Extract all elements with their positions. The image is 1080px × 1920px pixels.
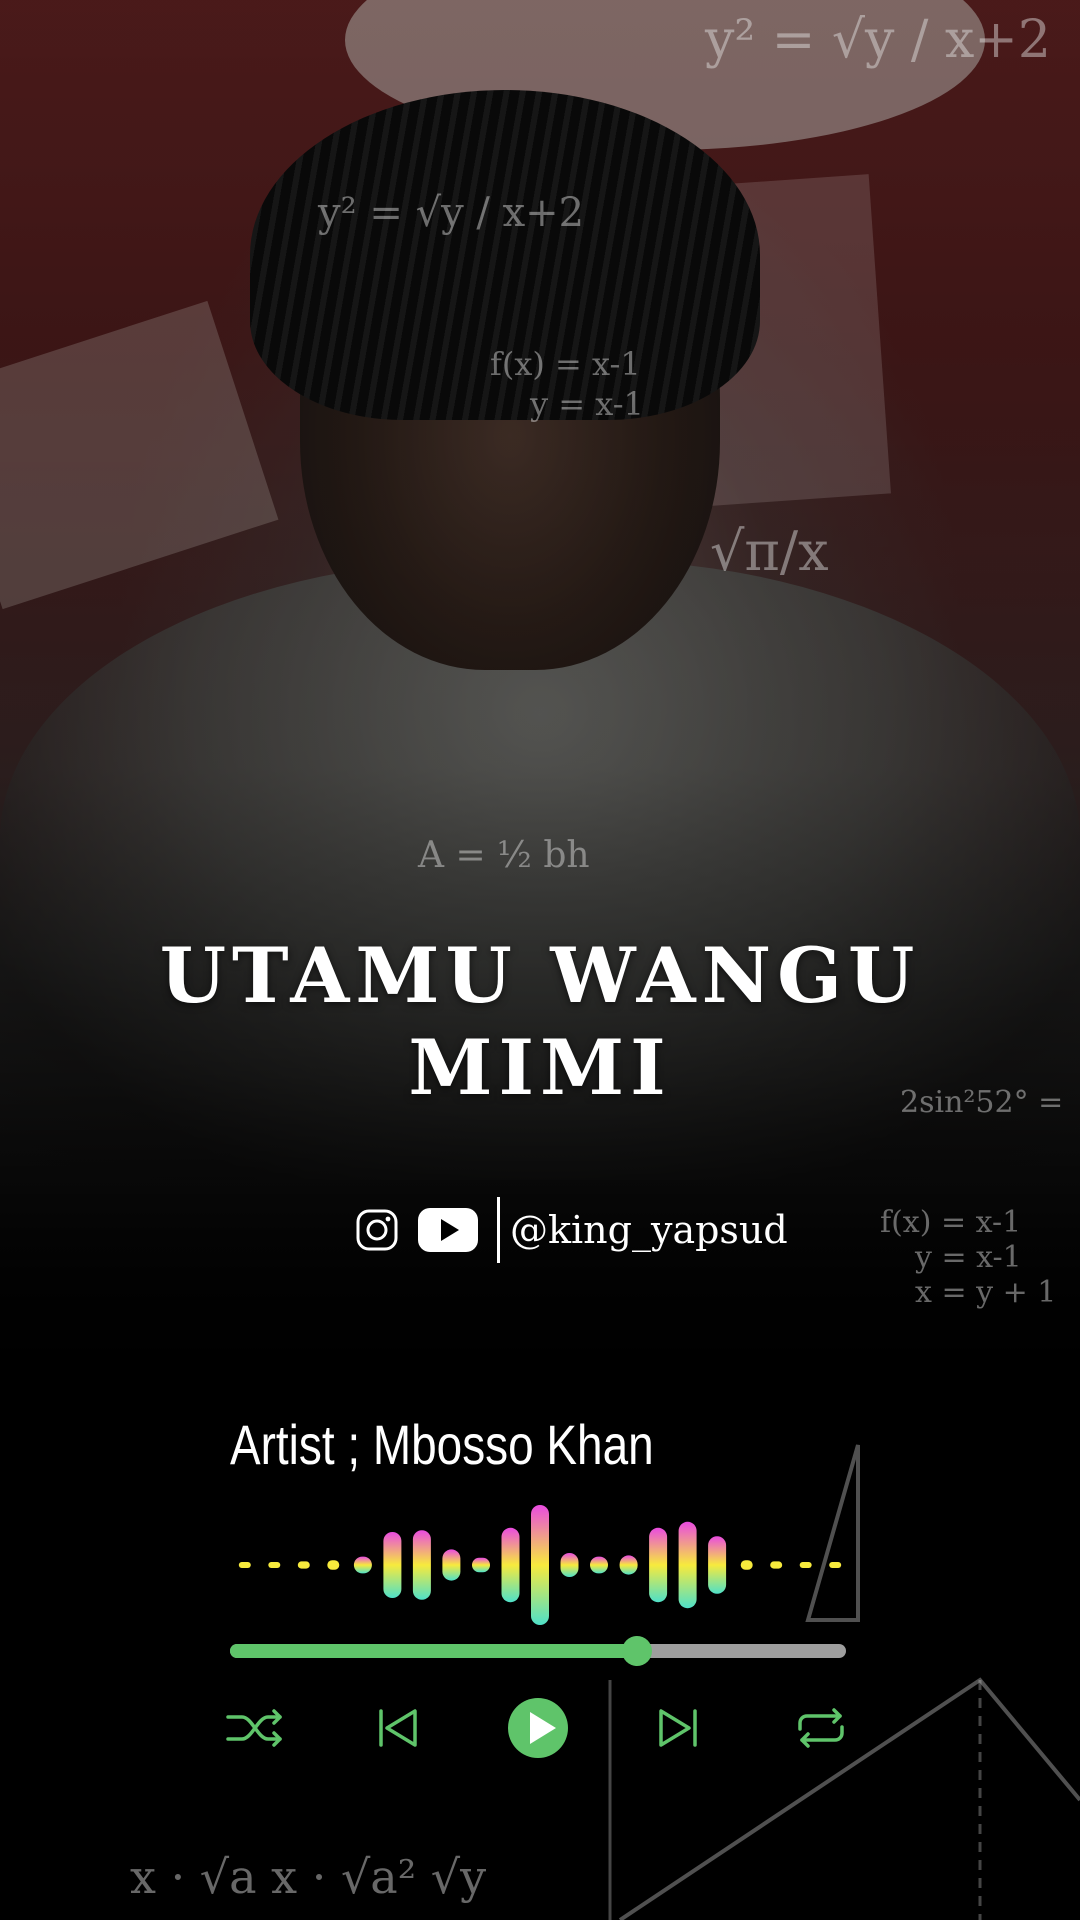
equalizer-bar (770, 1561, 783, 1569)
social-divider (497, 1197, 500, 1263)
player-controls (222, 1695, 854, 1761)
song-title: UTAMU WANGU MIMI (0, 930, 1080, 1114)
repeat-icon[interactable] (788, 1695, 854, 1761)
progress-thumb[interactable] (621, 1636, 652, 1666)
instagram-icon[interactable] (355, 1208, 399, 1252)
equalizer-bar (501, 1527, 520, 1603)
equalizer-bar (472, 1557, 490, 1573)
shuffle-icon[interactable] (222, 1695, 288, 1761)
equalizer-bar (829, 1562, 842, 1568)
equalizer (238, 1505, 842, 1625)
bg-formula: y² = √y / x+2 (318, 190, 585, 236)
song-title-line2: MIMI (408, 1023, 672, 1112)
equalizer-bar (353, 1556, 372, 1574)
equalizer-bar (531, 1505, 549, 1625)
equalizer-bar (383, 1532, 402, 1598)
equalizer-bar (268, 1562, 281, 1568)
equalizer-bar (708, 1536, 727, 1594)
equalizer-bar (442, 1549, 461, 1581)
bg-formula: x = y + 1 (915, 1275, 1057, 1310)
equalizer-bar (649, 1527, 668, 1603)
bg-formula: f(x) = x-1 (880, 1205, 1022, 1240)
equalizer-bar (560, 1553, 579, 1577)
equalizer-bar (740, 1560, 753, 1570)
bg-formula: A = ½ bh (418, 835, 590, 876)
youtube-icon[interactable] (417, 1207, 479, 1253)
bg-formula: y = x-1 (530, 385, 644, 423)
progress-track[interactable] (230, 1636, 846, 1666)
equalizer-bar (297, 1561, 310, 1569)
bg-formula: y² = √y / x+2 (705, 10, 1051, 70)
social-links: @king_yapsud (355, 1195, 788, 1265)
bg-formula: √π/x (710, 520, 829, 583)
equalizer-bar (238, 1562, 251, 1568)
song-title-line1: UTAMU WANGU (159, 931, 921, 1020)
play-icon[interactable] (505, 1695, 571, 1761)
bg-formula: y = x-1 (915, 1240, 1022, 1275)
equalizer-bar (678, 1521, 697, 1609)
equalizer-bar (619, 1555, 638, 1575)
next-icon[interactable] (645, 1695, 711, 1761)
bg-formula: f(x) = x-1 (490, 345, 641, 383)
equalizer-bar (412, 1530, 431, 1600)
equalizer-bar (590, 1556, 608, 1574)
equalizer-bar (327, 1560, 340, 1570)
progress-fill (230, 1644, 637, 1658)
social-handle[interactable]: @king_yapsud (510, 1208, 788, 1252)
equalizer-bar (799, 1562, 812, 1568)
previous-icon[interactable] (365, 1695, 431, 1761)
artist-label: Artist ; Mbosso Khan (230, 1413, 654, 1476)
